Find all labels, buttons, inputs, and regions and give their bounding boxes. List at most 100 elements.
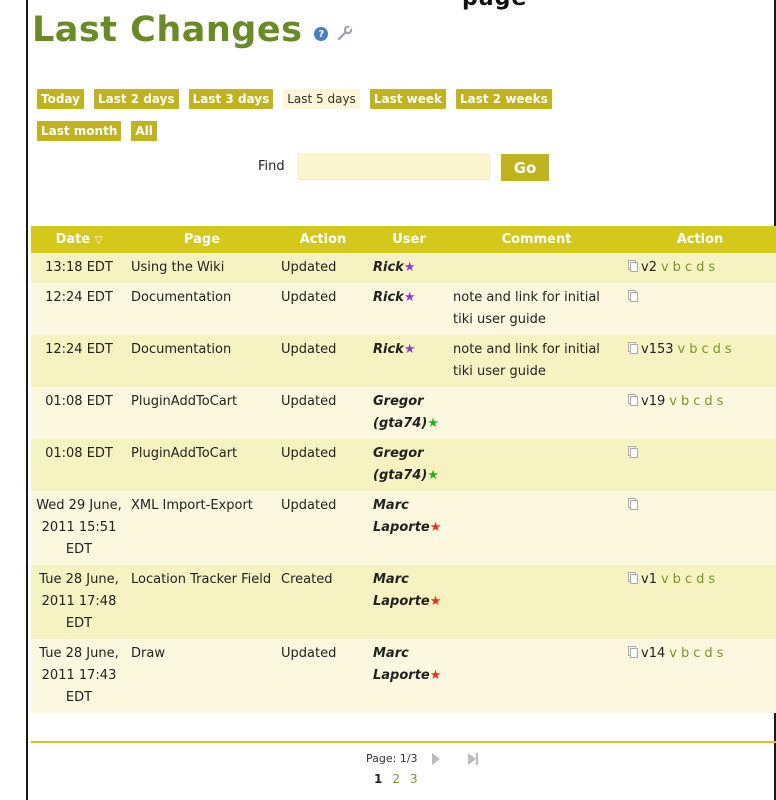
- user-star-icon: ★: [403, 260, 416, 275]
- comment-cell: [449, 387, 624, 439]
- user-name[interactable]: Marc Laporte: [373, 572, 430, 609]
- action-link-d[interactable]: d: [696, 572, 704, 587]
- header-comment[interactable]: Comment: [449, 226, 624, 253]
- user-link[interactable]: Rick★: [369, 283, 449, 335]
- filter-last-2-days[interactable]: Last 2 days: [93, 89, 179, 109]
- action-link-d[interactable]: d: [704, 394, 712, 409]
- user-link[interactable]: Gregor (gta74)★: [369, 439, 449, 491]
- action-link-c[interactable]: c: [693, 394, 700, 409]
- user-link[interactable]: Gregor (gta74)★: [369, 387, 449, 439]
- action-link-c[interactable]: c: [693, 646, 700, 661]
- row-actions: [624, 283, 776, 335]
- table-row: Tue 28 June, 2011 17:43 EDT Draw Updated Ma…: [31, 639, 776, 713]
- filter-last-3-days[interactable]: Last 3 days: [188, 89, 274, 109]
- action-link-s[interactable]: s: [708, 572, 715, 587]
- action-cell: Updated: [277, 283, 369, 335]
- page-number-current: 1: [374, 772, 383, 786]
- page-header: Last Changes ?: [32, 10, 354, 50]
- page-numbers: 1 2 3: [374, 772, 418, 786]
- action-link-v[interactable]: v: [678, 342, 686, 357]
- action-link-s[interactable]: s: [708, 260, 715, 275]
- user-name[interactable]: Marc Laporte: [373, 498, 430, 535]
- date-cell: 13:18 EDT: [31, 253, 127, 283]
- header-action[interactable]: Action: [277, 226, 369, 253]
- copy-icon[interactable]: [628, 260, 638, 272]
- user-name[interactable]: Gregor (gta74): [373, 394, 427, 431]
- header-date[interactable]: Date ▽: [31, 226, 127, 253]
- user-name[interactable]: Gregor (gta74): [373, 446, 427, 483]
- row-actions: v1 v b c d s: [624, 565, 776, 639]
- user-name[interactable]: Marc Laporte: [373, 646, 430, 683]
- copy-icon[interactable]: [628, 572, 638, 584]
- filter-last-month[interactable]: Last month: [37, 121, 122, 141]
- user-link[interactable]: Rick★: [369, 335, 449, 387]
- copy-icon[interactable]: [628, 290, 638, 302]
- action-link-s[interactable]: s: [717, 394, 724, 409]
- action-link-s[interactable]: s: [725, 342, 732, 357]
- filter-last-week[interactable]: Last week: [369, 89, 446, 109]
- user-star-icon: ★: [429, 594, 442, 609]
- user-link[interactable]: Marc Laporte★: [369, 639, 449, 713]
- page-link[interactable]: Draw: [127, 639, 277, 713]
- date-cell: Tue 28 June, 2011 17:43 EDT: [31, 639, 127, 713]
- action-link-b[interactable]: b: [681, 394, 689, 409]
- row-actions: v19 v b c d s: [624, 387, 776, 439]
- action-cell: Updated: [277, 491, 369, 565]
- action-link-v[interactable]: v: [669, 646, 677, 661]
- copy-icon[interactable]: [628, 446, 638, 458]
- action-link-v[interactable]: v: [661, 572, 669, 587]
- sort-desc-icon[interactable]: ▽: [95, 235, 103, 246]
- header-user[interactable]: User: [369, 226, 449, 253]
- user-name[interactable]: Rick: [373, 260, 404, 275]
- row-actions: [624, 439, 776, 491]
- page-number-link[interactable]: 2: [392, 772, 400, 786]
- action-link-v[interactable]: v: [669, 394, 677, 409]
- page-link[interactable]: Location Tracker Field: [127, 565, 277, 639]
- filter-all[interactable]: All: [131, 121, 157, 141]
- user-link[interactable]: Marc Laporte★: [369, 491, 449, 565]
- page-link[interactable]: XML Import-Export: [127, 491, 277, 565]
- filter-last-5-days[interactable]: Last 5 days: [283, 89, 360, 109]
- comment-cell: note and link for initial tiki user guid…: [449, 283, 624, 335]
- help-icon[interactable]: ?: [314, 27, 329, 41]
- action-link-b[interactable]: b: [689, 342, 697, 357]
- action-link-b[interactable]: b: [673, 572, 681, 587]
- find-input[interactable]: [298, 154, 490, 180]
- action-link-d[interactable]: d: [696, 260, 704, 275]
- table-row: 01:08 EDT PluginAddToCart Updated Gregor (g…: [31, 439, 776, 491]
- next-page-icon[interactable]: [431, 752, 440, 765]
- go-button[interactable]: Go: [501, 154, 549, 181]
- filter-today[interactable]: Today: [37, 89, 84, 109]
- page-link[interactable]: Documentation: [127, 335, 277, 387]
- action-link-d[interactable]: d: [704, 646, 712, 661]
- header-page[interactable]: Page: [127, 226, 277, 253]
- copy-icon[interactable]: [628, 394, 638, 406]
- wrench-icon[interactable]: [336, 24, 354, 42]
- user-link[interactable]: Marc Laporte★: [369, 565, 449, 639]
- action-link-s[interactable]: s: [717, 646, 724, 661]
- page-link[interactable]: PluginAddToCart: [127, 387, 277, 439]
- copy-icon[interactable]: [628, 498, 638, 510]
- copy-icon[interactable]: [628, 342, 638, 354]
- find-label: Find: [258, 159, 285, 174]
- user-link[interactable]: Rick★: [369, 253, 449, 283]
- page-link[interactable]: Documentation: [127, 283, 277, 335]
- action-link-v[interactable]: v: [661, 260, 669, 275]
- page-link[interactable]: PluginAddToCart: [127, 439, 277, 491]
- page-indicator: Page: 1/3: [366, 752, 418, 765]
- copy-icon[interactable]: [628, 646, 638, 658]
- last-page-icon[interactable]: [467, 752, 478, 765]
- action-link-c[interactable]: c: [685, 260, 692, 275]
- user-name[interactable]: Rick: [373, 290, 404, 305]
- filter-last-2-weeks[interactable]: Last 2 weeks: [455, 89, 552, 109]
- page-number-link[interactable]: 3: [410, 772, 418, 786]
- user-star-icon: ★: [429, 668, 442, 683]
- user-name[interactable]: Rick: [373, 342, 404, 357]
- action-link-c[interactable]: c: [685, 572, 692, 587]
- action-link-d[interactable]: d: [713, 342, 721, 357]
- user-star-icon: ★: [403, 290, 416, 305]
- action-link-c[interactable]: c: [701, 342, 708, 357]
- page-link[interactable]: Using the Wiki: [127, 253, 277, 283]
- action-link-b[interactable]: b: [673, 260, 681, 275]
- action-link-b[interactable]: b: [681, 646, 689, 661]
